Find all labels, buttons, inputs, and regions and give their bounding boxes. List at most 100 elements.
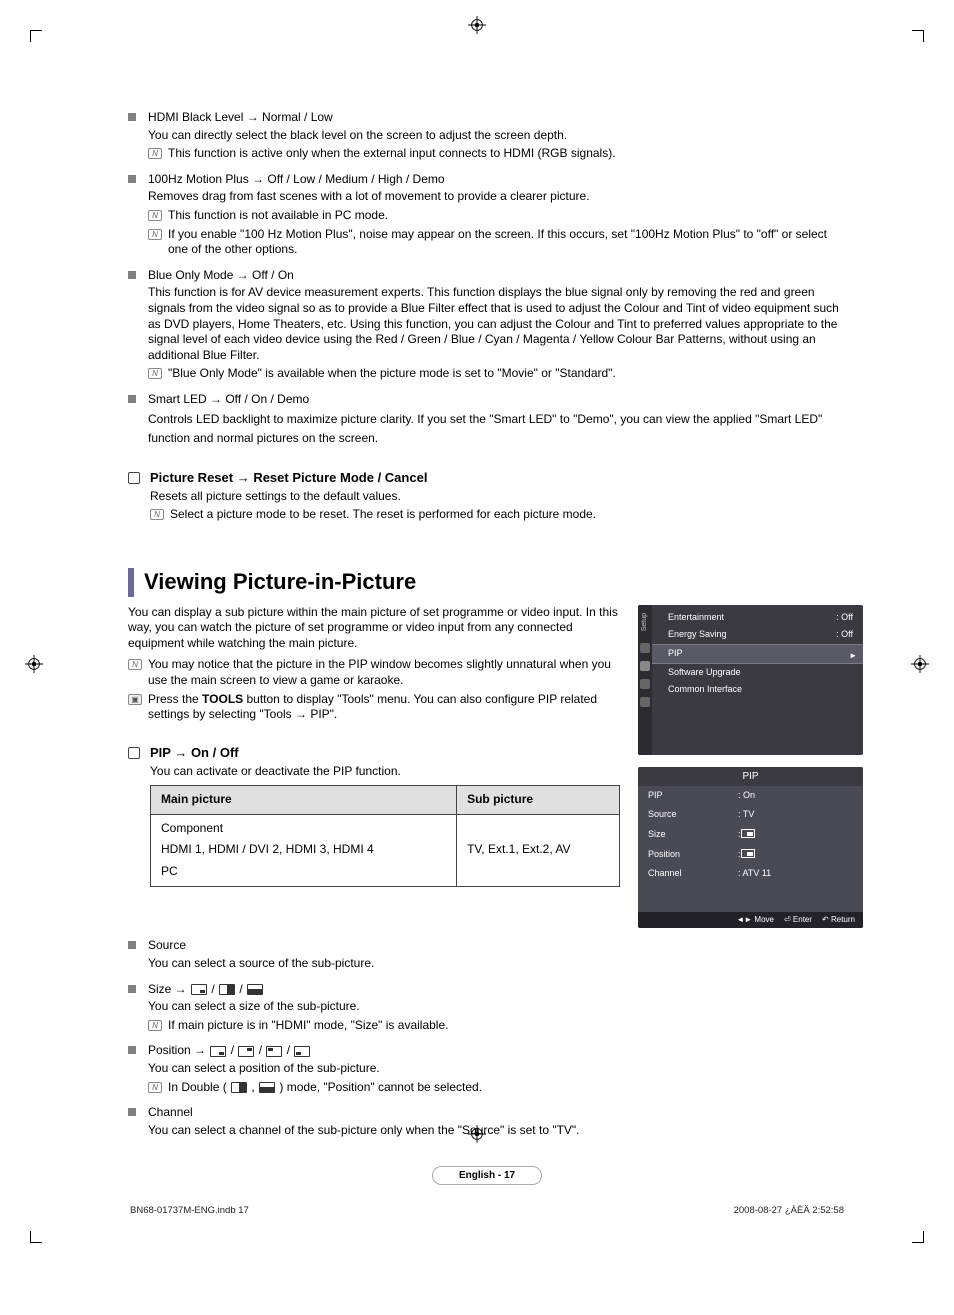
section-picture-reset: Picture Reset → Reset Picture Mode / Can… — [128, 470, 846, 523]
note-icon: N — [150, 509, 164, 520]
bullet-icon — [128, 1108, 136, 1116]
option-blue-only-mode: Blue Only Mode → Off / On This function … — [128, 268, 846, 382]
footer-filename: BN68-01737M-ENG.indb 17 — [130, 1205, 249, 1217]
section-desc: You can activate or deactivate the PIP f… — [150, 764, 620, 780]
bullet-icon — [128, 113, 136, 121]
pip-pos-br-icon — [210, 1046, 226, 1057]
note-icon: N — [148, 229, 162, 240]
note-icon: N — [148, 1082, 162, 1093]
option-desc: Removes drag from fast scenes with a lot… — [148, 189, 846, 205]
note-text: If you enable "100 Hz Motion Plus", nois… — [168, 227, 846, 258]
bullet-icon — [128, 941, 136, 949]
size-icon — [741, 829, 755, 838]
section-icon — [128, 472, 140, 484]
option-title: Blue Only Mode → Off / On — [148, 268, 846, 284]
note-text: Select a picture mode to be reset. The r… — [170, 507, 596, 523]
osd-setup-menu: Setup Entertainment: Off Energy Saving: … — [638, 605, 863, 755]
option-desc: You can select a channel of the sub-pict… — [148, 1123, 846, 1139]
note-text: In Double ( , ) mode, "Position" cannot … — [168, 1080, 482, 1096]
osd2-row-size: Size: — [638, 825, 863, 845]
pip-size-double-h-icon — [219, 984, 235, 995]
section-title: PIP → On / Off — [150, 745, 620, 762]
pip-table: Main picture Sub picture Component HDMI … — [150, 785, 620, 886]
option-note: N If you enable "100 Hz Motion Plus", no… — [148, 227, 846, 258]
osd-row-ci: Common Interface — [652, 681, 863, 699]
osd-pip-menu: PIP PIP: On Source: TV Size: Position: C… — [638, 767, 863, 929]
page-content: HDMI Black Level → Normal / Low You can … — [0, 0, 954, 1273]
option-source: Source You can select a source of the su… — [128, 938, 846, 971]
bullet-icon — [128, 1046, 136, 1054]
footer: BN68-01737M-ENG.indb 17 2008-08-27 ¿ÀÈÄ … — [128, 1205, 846, 1217]
note-text: This function is active only when the ex… — [168, 146, 616, 162]
osd-row-software: Software Upgrade — [652, 664, 863, 682]
heading-viewing-pip: Viewing Picture-in-Picture — [128, 568, 846, 597]
satellite-icon — [640, 679, 650, 689]
input-icon — [640, 697, 650, 707]
note-text: Press the TOOLS button to display "Tools… — [148, 692, 620, 723]
option-title: Source — [148, 938, 846, 954]
option-title: HDMI Black Level → Normal / Low — [148, 110, 846, 126]
note-icon: N — [148, 1020, 162, 1031]
osd2-row-source: Source: TV — [638, 805, 863, 825]
option-title: Channel — [148, 1105, 846, 1121]
triangle-right-icon: ► — [849, 651, 857, 661]
option-note: N This function is active only when the … — [148, 146, 846, 162]
table-cell-main: Component HDMI 1, HDMI / DVI 2, HDMI 3, … — [151, 814, 457, 886]
bullet-icon — [128, 175, 136, 183]
pip-pos-tl-icon — [266, 1046, 282, 1057]
table-header-sub: Sub picture — [457, 786, 620, 815]
osd-row-pip-highlight[interactable]: PIP► — [652, 644, 863, 664]
option-desc: You can select a size of the sub-picture… — [148, 999, 846, 1015]
intro-note: N You may notice that the picture in the… — [128, 657, 620, 688]
section-note: N Select a picture mode to be reset. The… — [150, 507, 846, 523]
osd2-row-channel: Channel: ATV 11 — [638, 864, 863, 884]
pip-size-small-icon — [191, 984, 207, 995]
option-note: N In Double ( , ) mode, "Position" canno… — [148, 1080, 846, 1096]
pip-size-double-v-icon — [259, 1082, 275, 1093]
section-desc: Resets all picture settings to the defau… — [150, 489, 846, 505]
registration-mark-bottom — [468, 1125, 486, 1143]
pip-pos-tr-icon — [238, 1046, 254, 1057]
option-desc: You can select a source of the sub-pictu… — [148, 956, 846, 972]
option-desc: You can directly select the black level … — [148, 128, 846, 144]
section-icon — [128, 747, 140, 759]
bullet-icon — [128, 395, 136, 403]
option-title: Size → / / — [148, 982, 846, 998]
osd-row-energy: Energy Saving: Off — [652, 626, 863, 644]
footer-timestamp: 2008-08-27 ¿ÀÈÄ 2:52:58 — [734, 1205, 844, 1217]
enter-hint: ⏎ Enter — [784, 915, 812, 925]
move-hint: ◄► Move — [736, 915, 774, 925]
option-channel: Channel You can select a channel of the … — [128, 1105, 846, 1138]
option-desc: Controls LED backlight to maximize pictu… — [148, 410, 846, 448]
pip-pos-bl-icon — [294, 1046, 310, 1057]
option-title: 100Hz Motion Plus → Off / Low / Medium /… — [148, 172, 846, 188]
osd-sidebar-label: Setup — [640, 613, 649, 631]
option-title: Smart LED → Off / On / Demo — [148, 392, 846, 408]
pip-size-double-h-icon — [231, 1082, 247, 1093]
note-text: If main picture is in "HDMI" mode, "Size… — [168, 1018, 448, 1034]
note-icon: N — [128, 659, 142, 670]
osd-row-entertainment: Entertainment: Off — [652, 609, 863, 627]
osd-footer: ◄► Move ⏎ Enter ↶ Return — [638, 912, 863, 928]
osd2-row-position: Position: — [638, 845, 863, 865]
tools-icon: ▣ — [128, 694, 142, 705]
table-cell-sub: TV, Ext.1, Ext.2, AV — [457, 814, 620, 886]
section-pip-onoff: PIP → On / Off You can activate or deact… — [128, 745, 620, 887]
option-note: N "Blue Only Mode" is available when the… — [148, 366, 846, 382]
section-title: Picture Reset → Reset Picture Mode / Can… — [150, 470, 846, 487]
position-icon — [741, 849, 755, 858]
note-text: This function is not available in PC mod… — [168, 208, 388, 224]
option-desc: You can select a position of the sub-pic… — [148, 1061, 846, 1077]
option-hdmi-black-level: HDMI Black Level → Normal / Low You can … — [128, 110, 846, 162]
note-icon: N — [148, 210, 162, 221]
gear-icon — [640, 661, 650, 671]
option-position: Position → / / / You can select a positi… — [128, 1043, 846, 1095]
option-size: Size → / / You can select a size of the … — [128, 982, 846, 1034]
osd2-row-pip: PIP: On — [638, 786, 863, 806]
intro-tools-note: ▣ Press the TOOLS button to display "Too… — [128, 692, 620, 723]
option-title: Position → / / / — [148, 1043, 846, 1059]
note-text: "Blue Only Mode" is available when the p… — [168, 366, 616, 382]
note-icon: N — [148, 148, 162, 159]
option-100hz-motion-plus: 100Hz Motion Plus → Off / Low / Medium /… — [128, 172, 846, 258]
return-hint: ↶ Return — [822, 915, 855, 925]
